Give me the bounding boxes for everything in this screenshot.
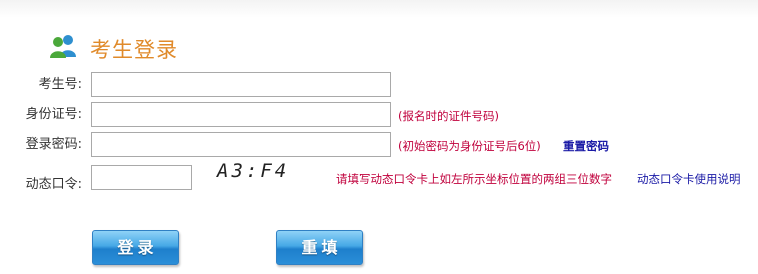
password-hint: (初始密码为身份证号后6位) — [398, 139, 541, 153]
top-bar — [0, 0, 758, 18]
dynamic-code-hint: 请填写动态口令卡上如左所示坐标位置的两组三位数字 — [336, 172, 612, 186]
dynamic-code-label: 动态口令: — [25, 177, 82, 192]
exam-number-input[interactable] — [91, 72, 391, 97]
reset-button[interactable]: 重填 — [276, 230, 363, 265]
id-number-hint: (报名时的证件号码) — [398, 109, 499, 123]
reset-password-link[interactable]: 重置密码 — [563, 139, 609, 153]
password-input[interactable] — [91, 132, 391, 157]
password-label: 登录密码: — [25, 137, 82, 152]
dynamic-card-help-link[interactable]: 动态口令卡使用说明 — [637, 172, 741, 186]
exam-number-label: 考生号: — [38, 77, 82, 92]
id-number-label: 身份证号: — [25, 107, 82, 122]
users-icon — [50, 35, 76, 58]
coordinate-image: A3:F4 — [217, 160, 290, 182]
page-title: 考生登录 — [90, 38, 178, 62]
login-button[interactable]: 登录 — [92, 230, 179, 265]
id-number-input[interactable] — [91, 102, 391, 127]
dynamic-code-input[interactable] — [91, 165, 192, 190]
